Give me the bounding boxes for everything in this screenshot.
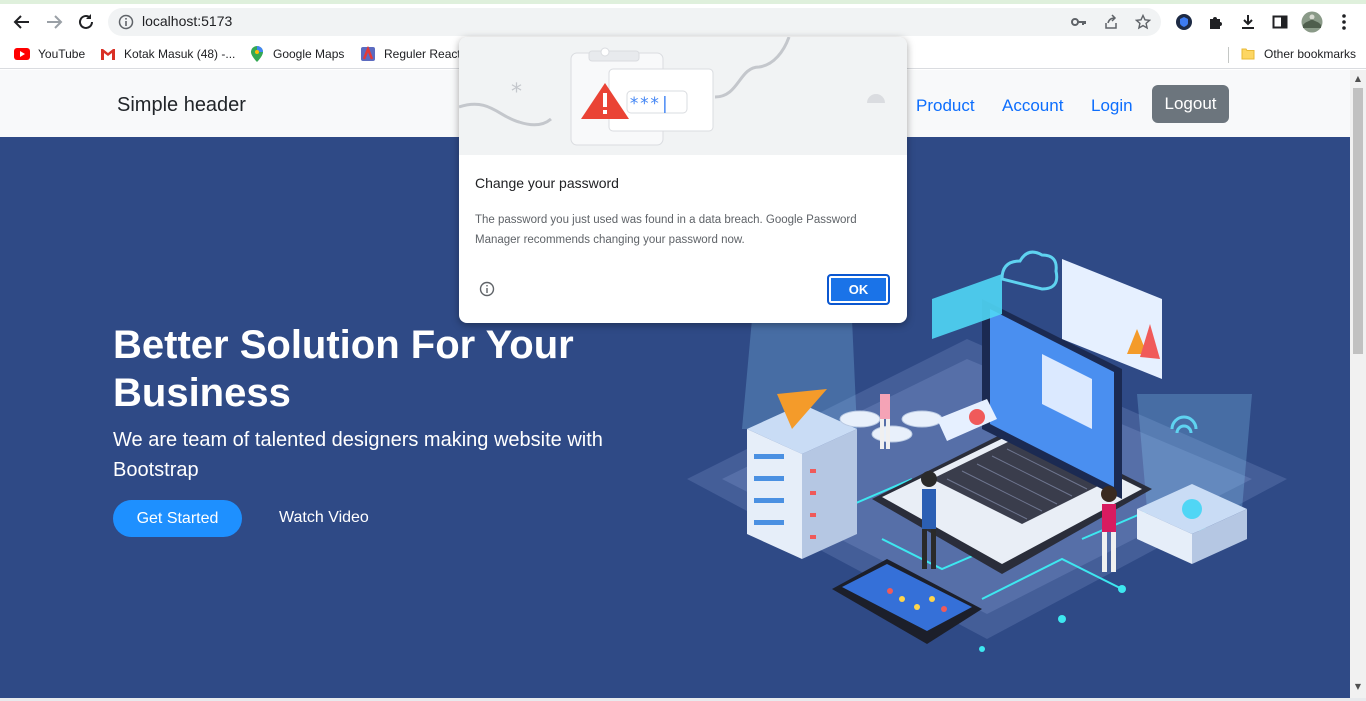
key-icon[interactable] bbox=[1070, 14, 1088, 30]
menu-kebab-icon[interactable] bbox=[1334, 12, 1354, 32]
bookmark-youtube[interactable]: YouTube bbox=[14, 45, 85, 63]
logout-button[interactable]: Logout bbox=[1152, 85, 1229, 123]
bookmark-gmail[interactable]: Kotak Masuk (48) -... bbox=[100, 45, 235, 63]
site-info-icon[interactable] bbox=[118, 14, 134, 30]
star-bookmark-icon[interactable] bbox=[1134, 14, 1152, 30]
dialog-banner: * ***| bbox=[459, 37, 907, 155]
scroll-down-arrow-icon[interactable]: ▼ bbox=[1353, 682, 1363, 692]
dialog-message: The password you just used was found in … bbox=[475, 214, 857, 246]
side-panel-icon[interactable] bbox=[1270, 12, 1290, 32]
get-started-button[interactable]: Get Started bbox=[113, 500, 242, 537]
dialog-title: Change your password bbox=[475, 175, 619, 191]
other-bookmarks-label: Other bookmarks bbox=[1264, 47, 1357, 61]
folder-icon bbox=[1240, 46, 1256, 62]
profile-avatar[interactable] bbox=[1301, 11, 1323, 33]
scroll-thumb[interactable] bbox=[1353, 88, 1363, 354]
nav-account[interactable]: Account bbox=[1002, 96, 1063, 116]
reload-icon bbox=[79, 14, 93, 29]
share-icon[interactable] bbox=[1102, 14, 1120, 30]
bookmark-separator bbox=[1228, 47, 1229, 63]
bookmark-favicon-icon bbox=[360, 46, 376, 62]
browser-toolbar: localhost:5173 bbox=[0, 4, 1366, 40]
other-bookmarks[interactable]: Other bookmarks bbox=[1240, 45, 1356, 63]
nav-product[interactable]: Product bbox=[916, 96, 975, 116]
gmail-icon bbox=[100, 46, 116, 62]
watch-video-button[interactable]: Watch Video bbox=[279, 509, 369, 527]
arrow-right-icon bbox=[47, 15, 63, 29]
bookmark-label: Google Maps bbox=[273, 47, 345, 61]
hero-title: Better Solution For Your Business bbox=[113, 323, 574, 415]
address-bar[interactable]: localhost:5173 bbox=[108, 8, 1161, 36]
maps-icon bbox=[249, 46, 265, 62]
bookmark-label: Kotak Masuk (48) -... bbox=[124, 47, 236, 61]
bookmark-label: YouTube bbox=[38, 47, 86, 61]
bookmark-label: Reguler React bbox=[384, 47, 461, 61]
password-warning-illustration: * ***| bbox=[459, 37, 885, 146]
password-mask: ***| bbox=[629, 94, 670, 114]
info-icon[interactable] bbox=[479, 281, 495, 297]
hero-subtitle: We are team of talented designers making… bbox=[113, 429, 603, 481]
nav-login[interactable]: Login bbox=[1091, 96, 1133, 116]
forward-button[interactable] bbox=[42, 10, 66, 34]
extensions-puzzle-icon[interactable] bbox=[1206, 12, 1226, 32]
youtube-icon bbox=[14, 46, 30, 62]
ok-button[interactable]: OK bbox=[827, 274, 890, 305]
change-password-dialog: * ***| Change your password The password… bbox=[459, 37, 907, 323]
reload-button[interactable] bbox=[74, 10, 98, 34]
bookmark-reguler-react[interactable]: Reguler React bbox=[360, 45, 461, 63]
download-icon[interactable] bbox=[1238, 12, 1258, 32]
bookmark-google-maps[interactable]: Google Maps bbox=[249, 45, 344, 63]
page-scrollbar[interactable]: ▲ ▼ bbox=[1350, 70, 1366, 698]
back-button[interactable] bbox=[10, 10, 34, 34]
url-text[interactable]: localhost:5173 bbox=[142, 13, 232, 29]
extension-shield-icon[interactable] bbox=[1174, 12, 1194, 32]
arrow-left-icon bbox=[13, 15, 29, 29]
scroll-up-arrow-icon[interactable]: ▲ bbox=[1353, 74, 1363, 84]
site-brand[interactable]: Simple header bbox=[117, 94, 246, 117]
svg-text:*: * bbox=[511, 80, 522, 105]
